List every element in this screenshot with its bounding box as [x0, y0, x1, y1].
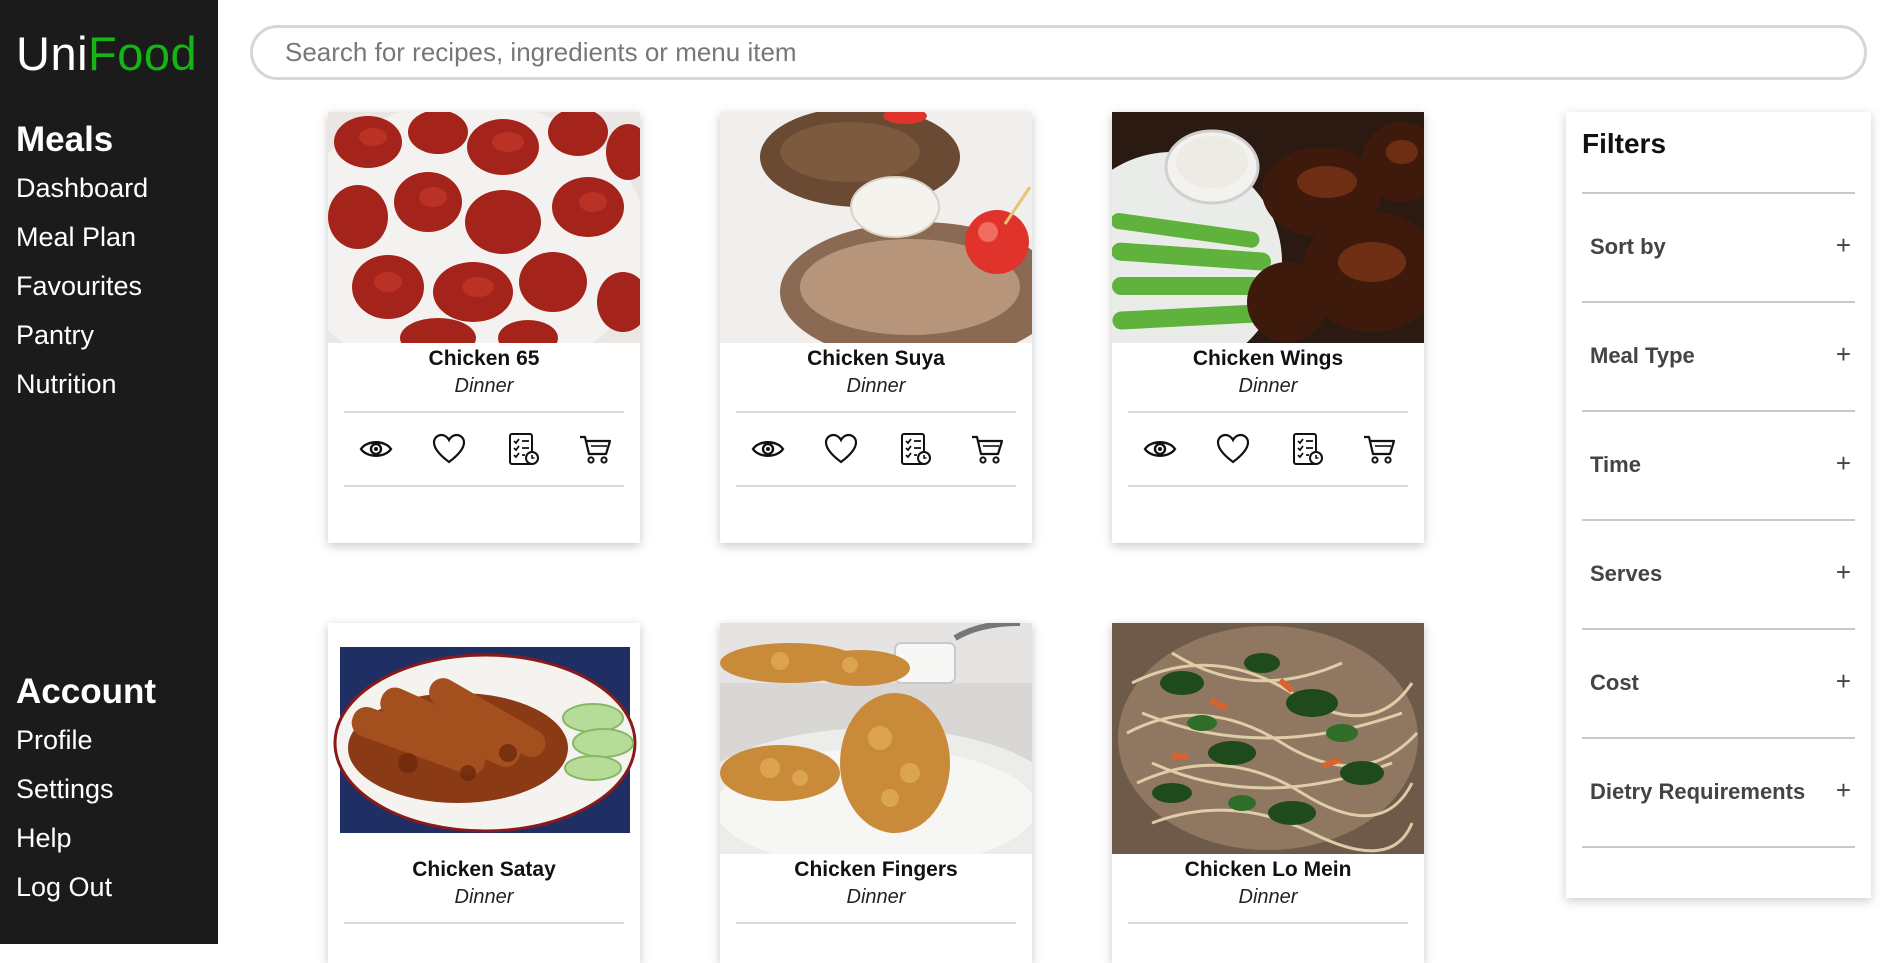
checklist-clock-icon[interactable] [505, 431, 541, 467]
recipe-actions [1112, 413, 1424, 485]
eye-icon[interactable] [358, 431, 394, 467]
divider [736, 922, 1016, 924]
filter-serves[interactable]: Serves + [1582, 521, 1855, 630]
filter-dietry-requirements[interactable]: Dietry Requirements + [1582, 739, 1855, 848]
recipe-image[interactable] [1112, 623, 1424, 854]
filter-sort-by[interactable]: Sort by + [1582, 194, 1855, 303]
filter-label: Meal Type [1590, 343, 1695, 368]
filter-label: Serves [1590, 561, 1663, 586]
account-heading: Account [16, 672, 156, 711]
recipe-title[interactable]: Chicken 65 [328, 346, 640, 372]
plus-icon[interactable]: + [1836, 557, 1851, 588]
search-bar [250, 25, 1867, 80]
recipe-title[interactable]: Chicken Wings [1112, 346, 1424, 372]
plus-icon[interactable]: + [1836, 230, 1851, 261]
account-nav: Account Profile Settings Help Log Out [16, 670, 156, 912]
cart-icon[interactable] [1362, 431, 1398, 467]
divider [1128, 485, 1408, 487]
recipe-card[interactable]: Chicken Lo Mein Dinner [1112, 623, 1424, 963]
recipe-image[interactable] [720, 623, 1032, 854]
plus-icon[interactable]: + [1836, 339, 1851, 370]
eye-icon[interactable] [750, 431, 786, 467]
search-input[interactable] [253, 28, 1864, 77]
recipe-meal-type: Dinner [1238, 886, 1298, 908]
filter-label: Sort by [1590, 234, 1666, 259]
nav-pantry[interactable]: Pantry [16, 311, 148, 360]
recipe-image[interactable] [720, 112, 1032, 343]
filter-label: Time [1590, 452, 1641, 477]
meals-heading: Meals [16, 120, 114, 159]
logo-food: Food [88, 27, 198, 80]
meals-nav: Meals Dashboard Meal Plan Favourites Pan… [16, 118, 148, 409]
filter-label: Cost [1590, 670, 1639, 695]
nav-log-out[interactable]: Log Out [16, 863, 156, 912]
divider [1128, 922, 1408, 924]
recipe-meal-type: Dinner [1238, 375, 1298, 397]
recipe-card[interactable]: Chicken Suya Dinner [720, 112, 1032, 543]
recipe-meal-type: Dinner [846, 375, 906, 397]
recipe-card[interactable]: Chicken Satay Dinner [328, 623, 640, 963]
nav-help[interactable]: Help [16, 814, 156, 863]
recipe-title[interactable]: Chicken Satay [328, 857, 640, 883]
filter-cost[interactable]: Cost + [1582, 630, 1855, 739]
checklist-clock-icon[interactable] [1289, 431, 1325, 467]
recipe-actions [720, 413, 1032, 485]
recipe-card[interactable]: Chicken 65 Dinner [328, 112, 640, 543]
recipe-meal-type: Dinner [846, 886, 906, 908]
checklist-clock-icon[interactable] [897, 431, 933, 467]
recipe-card[interactable]: Chicken Wings Dinner [1112, 112, 1424, 543]
recipe-title[interactable]: Chicken Suya [720, 346, 1032, 372]
nav-profile[interactable]: Profile [16, 716, 156, 765]
divider [736, 485, 1016, 487]
filter-meal-type[interactable]: Meal Type + [1582, 303, 1855, 412]
heart-icon[interactable] [823, 431, 859, 467]
plus-icon[interactable]: + [1836, 666, 1851, 697]
plus-icon[interactable]: + [1836, 775, 1851, 806]
recipe-actions [328, 413, 640, 485]
recipe-title[interactable]: Chicken Lo Mein [1112, 857, 1424, 883]
recipe-image[interactable] [1112, 112, 1424, 343]
nav-favourites[interactable]: Favourites [16, 262, 148, 311]
nav-nutrition[interactable]: Nutrition [16, 360, 148, 409]
nav-meal-plan[interactable]: Meal Plan [16, 213, 148, 262]
filter-time[interactable]: Time + [1582, 412, 1855, 521]
app-logo[interactable]: UniFood [16, 26, 197, 82]
recipe-image[interactable] [328, 623, 640, 854]
recipe-image[interactable] [328, 112, 640, 343]
cart-icon[interactable] [578, 431, 614, 467]
filters-panel: Filters Sort by + Meal Type + Time + Ser… [1566, 112, 1871, 898]
sidebar: UniFood Meals Dashboard Meal Plan Favour… [0, 0, 218, 944]
recipe-meal-type: Dinner [454, 886, 514, 908]
plus-icon[interactable]: + [1836, 448, 1851, 479]
nav-settings[interactable]: Settings [16, 765, 156, 814]
divider [344, 485, 624, 487]
recipe-title[interactable]: Chicken Fingers [720, 857, 1032, 883]
filter-label: Dietry Requirements [1590, 779, 1806, 804]
filters-heading: Filters [1582, 128, 1667, 159]
recipe-meal-type: Dinner [454, 375, 514, 397]
nav-dashboard[interactable]: Dashboard [16, 164, 148, 213]
cart-icon[interactable] [970, 431, 1006, 467]
eye-icon[interactable] [1142, 431, 1178, 467]
logo-uni: Uni [16, 27, 89, 80]
recipe-card[interactable]: Chicken Fingers Dinner [720, 623, 1032, 963]
heart-icon[interactable] [431, 431, 467, 467]
divider [344, 922, 624, 924]
heart-icon[interactable] [1215, 431, 1251, 467]
